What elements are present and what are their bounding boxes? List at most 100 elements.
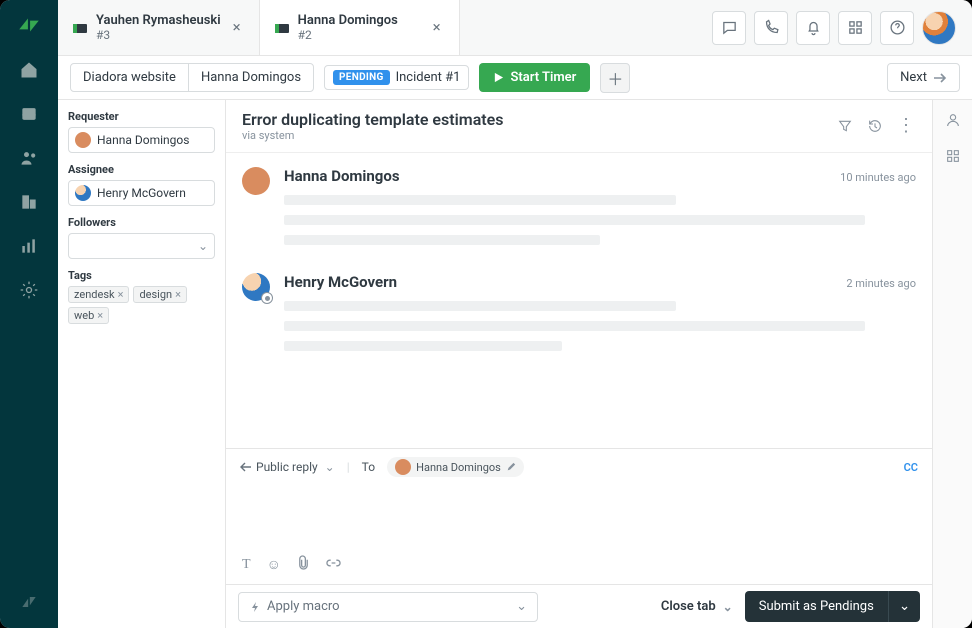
reply-box: Public reply | To Hanna Domingos CC bbox=[226, 448, 932, 584]
reply-recipient[interactable]: Hanna Domingos bbox=[387, 457, 524, 477]
text-format-icon[interactable]: T bbox=[242, 557, 251, 573]
tag[interactable]: web× bbox=[68, 307, 109, 324]
inbox-icon[interactable] bbox=[17, 102, 41, 126]
reply-type-select[interactable]: Public reply bbox=[240, 460, 335, 474]
placeholder-line bbox=[284, 301, 676, 311]
zendesk-logo-icon bbox=[16, 12, 42, 38]
filter-icon[interactable] bbox=[837, 118, 853, 134]
ticket-properties-panel: Requester Hanna Domingos Assignee Henry … bbox=[58, 100, 226, 628]
message: Henry McGovern 2 minutes ago bbox=[242, 273, 916, 351]
arrow-right-icon bbox=[933, 73, 947, 83]
next-button[interactable]: Next bbox=[887, 63, 960, 92]
placeholder-line bbox=[284, 235, 600, 245]
conversation-panel: Error duplicating template estimates via… bbox=[226, 100, 932, 628]
home-icon[interactable] bbox=[17, 58, 41, 82]
reply-textarea[interactable] bbox=[240, 477, 918, 549]
avatar bbox=[242, 273, 270, 301]
avatar bbox=[242, 167, 270, 195]
bell-icon[interactable] bbox=[796, 11, 830, 45]
assignee-field[interactable]: Henry McGovern bbox=[68, 180, 215, 206]
apply-macro-select[interactable]: Apply macro ⌄ bbox=[238, 592, 538, 622]
reports-icon[interactable] bbox=[17, 234, 41, 258]
message-list: Hanna Domingos 10 minutes ago H bbox=[226, 153, 932, 448]
breadcrumb-person[interactable]: Hanna Domingos bbox=[189, 64, 313, 91]
users-icon[interactable] bbox=[17, 146, 41, 170]
placeholder-line bbox=[284, 321, 865, 331]
link-icon[interactable] bbox=[326, 557, 341, 573]
tab-bar: Yauhen Rymasheuski #3 × Hanna Domingos #… bbox=[58, 0, 972, 56]
remove-tag-icon[interactable]: × bbox=[175, 288, 181, 301]
ticket-icon bbox=[72, 20, 88, 36]
tab-ticket-2[interactable]: Hanna Domingos #2 × bbox=[260, 0, 460, 55]
phone-icon[interactable] bbox=[754, 11, 788, 45]
footer-bar: Apply macro ⌄ Close tab Submit as Pendin… bbox=[226, 584, 932, 628]
requester-label: Requester bbox=[68, 110, 215, 123]
placeholder-line bbox=[284, 341, 562, 351]
tags-field[interactable]: zendesk× design× web× bbox=[68, 286, 215, 324]
history-icon[interactable] bbox=[867, 118, 883, 134]
requester-field[interactable]: Hanna Domingos bbox=[68, 127, 215, 153]
chat-icon[interactable] bbox=[712, 11, 746, 45]
edit-icon bbox=[506, 462, 516, 472]
remove-tag-icon[interactable]: × bbox=[97, 309, 103, 322]
tab-ticket-3[interactable]: Yauhen Rymasheuski #3 × bbox=[58, 0, 260, 55]
incident-label: Incident #1 bbox=[396, 70, 461, 85]
apps-context-icon[interactable] bbox=[945, 148, 961, 168]
remove-tag-icon[interactable]: × bbox=[118, 288, 124, 301]
close-tab-button[interactable]: Close tab bbox=[661, 599, 733, 614]
avatar bbox=[395, 459, 411, 475]
ticket-subtitle: via system bbox=[242, 129, 504, 142]
tab-sub: #2 bbox=[298, 28, 398, 42]
message-time: 10 minutes ago bbox=[840, 171, 916, 184]
reply-toolbar: T ☺ bbox=[240, 549, 918, 580]
assignee-label: Assignee bbox=[68, 163, 215, 176]
status-badge: PENDING bbox=[333, 70, 390, 85]
incident-chip[interactable]: PENDING Incident #1 bbox=[324, 65, 469, 90]
current-user-avatar[interactable] bbox=[922, 11, 956, 45]
chevron-down-icon: ⌄ bbox=[198, 239, 208, 253]
tab-sub: #3 bbox=[96, 28, 221, 42]
ticket-icon bbox=[274, 20, 290, 36]
submit-button[interactable]: Submit as Pendings bbox=[745, 591, 888, 622]
help-icon[interactable] bbox=[880, 11, 914, 45]
close-icon[interactable]: × bbox=[429, 16, 445, 39]
zendesk-mark-icon bbox=[17, 590, 41, 614]
avatar bbox=[75, 132, 91, 148]
placeholder-line bbox=[284, 215, 865, 225]
user-context-icon[interactable] bbox=[945, 112, 961, 132]
tag[interactable]: design× bbox=[133, 286, 187, 303]
followers-field[interactable]: ⌄ bbox=[68, 233, 215, 259]
emoji-icon[interactable]: ☺ bbox=[267, 556, 281, 573]
chevron-down-icon: ⌄ bbox=[516, 599, 527, 614]
tab-title: Yauhen Rymasheuski bbox=[96, 13, 221, 29]
avatar bbox=[75, 185, 91, 201]
message-author: Hanna Domingos bbox=[284, 167, 400, 185]
placeholder-line bbox=[284, 195, 676, 205]
start-timer-button[interactable]: Start Timer bbox=[479, 63, 590, 92]
org-icon[interactable] bbox=[17, 190, 41, 214]
ticket-title: Error duplicating template estimates bbox=[242, 110, 504, 129]
reply-arrow-icon bbox=[240, 462, 252, 472]
cc-button[interactable]: CC bbox=[904, 461, 918, 474]
reply-to-label: To bbox=[362, 460, 375, 474]
tab-title: Hanna Domingos bbox=[298, 13, 398, 29]
apps-icon[interactable] bbox=[838, 11, 872, 45]
add-button[interactable]: ＋ bbox=[600, 63, 630, 93]
conversation-header: Error duplicating template estimates via… bbox=[226, 100, 932, 153]
breadcrumb: Diadora website Hanna Domingos bbox=[70, 63, 314, 92]
attachment-icon[interactable] bbox=[297, 555, 310, 574]
breadcrumb-row: Diadora website Hanna Domingos PENDING I… bbox=[58, 56, 972, 100]
close-icon[interactable]: × bbox=[229, 16, 245, 39]
followers-label: Followers bbox=[68, 216, 215, 229]
tag[interactable]: zendesk× bbox=[68, 286, 129, 303]
message-author: Henry McGovern bbox=[284, 273, 397, 291]
context-rail bbox=[932, 100, 972, 628]
lightning-icon bbox=[249, 601, 261, 613]
play-icon bbox=[493, 72, 504, 83]
agent-badge-icon bbox=[261, 292, 273, 304]
breadcrumb-org[interactable]: Diadora website bbox=[71, 64, 189, 91]
more-icon[interactable]: ⋮ bbox=[897, 117, 916, 135]
submit-dropdown[interactable]: ⌄ bbox=[888, 591, 920, 622]
settings-icon[interactable] bbox=[17, 278, 41, 302]
message: Hanna Domingos 10 minutes ago bbox=[242, 167, 916, 245]
